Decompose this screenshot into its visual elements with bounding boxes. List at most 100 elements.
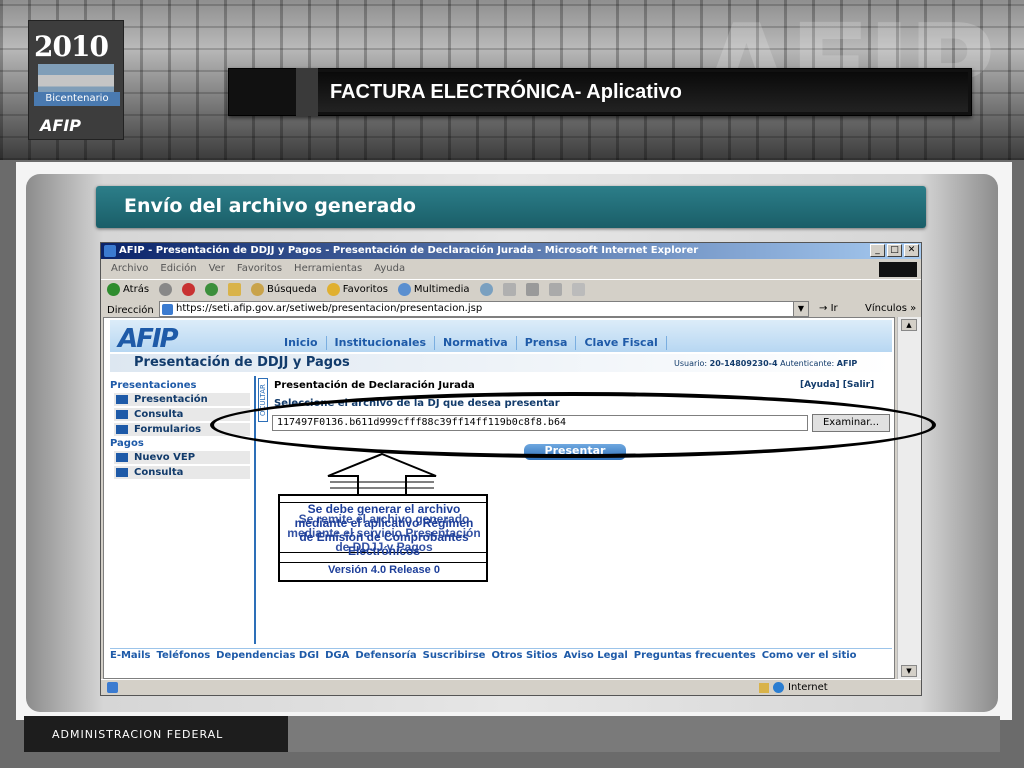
nav-normativa[interactable]: Normativa — [435, 336, 517, 350]
header-banner: AFIP 2010 Bicentenario AFIP FACTURA ELEC… — [0, 0, 1024, 160]
favorites-button[interactable]: Favoritos — [326, 283, 388, 296]
callout-line — [280, 562, 486, 563]
search-button[interactable]: Búsqueda — [251, 283, 317, 296]
title-separator — [296, 68, 318, 116]
nav-prensa[interactable]: Prensa — [517, 336, 577, 350]
menu-favoritos[interactable]: Favoritos — [237, 260, 282, 278]
footer-link[interactable]: DGA — [325, 650, 349, 662]
history-button[interactable] — [479, 283, 493, 296]
menu-edicion[interactable]: Edición — [160, 260, 196, 278]
mail-button[interactable] — [502, 283, 516, 296]
close-button[interactable]: ✕ — [904, 244, 919, 257]
print-button[interactable] — [525, 283, 539, 296]
menu-ver[interactable]: Ver — [209, 260, 225, 278]
footer-link[interactable]: Preguntas frecuentes — [634, 650, 756, 662]
security-zone: Internet — [759, 682, 828, 693]
afip-site-logo: AFIP — [118, 324, 179, 354]
sidebar-item-presentacion[interactable]: Presentación — [114, 393, 250, 406]
discuss-icon — [571, 283, 585, 296]
footer-link[interactable]: Aviso Legal — [564, 650, 628, 662]
lock-icon — [759, 682, 769, 693]
print-icon — [525, 283, 539, 296]
address-value: https://seti.afip.gov.ar/setiweb/present… — [176, 303, 483, 314]
home-button[interactable] — [228, 283, 242, 296]
menu-ayuda[interactable]: Ayuda — [374, 260, 405, 278]
footer-link[interactable]: Como ver el sitio — [762, 650, 857, 662]
footer-links: E-Mails Teléfonos Dependencias DGI DGA D… — [110, 648, 892, 662]
maximize-button[interactable]: □ — [887, 244, 902, 257]
auth-value: AFIP — [836, 359, 858, 368]
home-icon — [228, 283, 242, 296]
stop-icon — [182, 283, 196, 296]
user-info: Usuario: 20-14809230-4 Autenticante: AFI… — [674, 359, 858, 368]
footer-link[interactable]: Otros Sitios — [491, 650, 557, 662]
nav-institucionales[interactable]: Institucionales — [327, 336, 436, 350]
footer-link[interactable]: Defensoría — [355, 650, 416, 662]
nav-inicio[interactable]: Inicio — [276, 336, 327, 350]
logo-year: 2010 — [34, 30, 109, 63]
scroll-down-icon[interactable]: ▼ — [901, 665, 917, 677]
edit-icon — [548, 283, 562, 296]
back-arrow-icon — [107, 283, 120, 296]
links-button[interactable]: Vínculos » — [865, 303, 916, 314]
callout-version: Versión 4.0 Release 0 — [328, 564, 440, 576]
footer-link[interactable]: Teléfonos — [157, 650, 211, 662]
search-icon — [251, 283, 265, 296]
footer-link[interactable]: E-Mails — [110, 650, 151, 662]
section-header-title: Presentación de DDJJ y Pagos — [134, 355, 350, 370]
ie-icon — [104, 245, 116, 257]
highlight-oval — [210, 392, 936, 458]
site-nav: AFIP Inicio Institucionales Normativa Pr… — [110, 320, 892, 354]
sidebar-item-nuevo-vep[interactable]: Nuevo VEP — [114, 451, 250, 464]
afip-logo: AFIP — [40, 116, 81, 135]
star-icon — [326, 283, 340, 296]
windows-logo-icon — [879, 262, 917, 277]
logo-label: Bicentenario — [34, 92, 120, 106]
mail-icon — [502, 283, 516, 296]
page-title: FACTURA ELECTRÓNICA- Aplicativo — [330, 81, 682, 103]
menu-bar: Archivo Edición Ver Favoritos Herramient… — [101, 260, 921, 278]
address-label: Dirección — [107, 304, 154, 316]
help-links[interactable]: [Ayuda] [Salir] — [800, 380, 874, 390]
minimize-button[interactable]: _ — [870, 244, 885, 257]
forward-button[interactable] — [159, 283, 173, 296]
back-button[interactable]: Atrás — [107, 283, 149, 296]
vertical-scrollbar[interactable]: ▲ ▼ — [897, 317, 921, 679]
web-page: AFIP Inicio Institucionales Normativa Pr… — [103, 317, 895, 679]
footer-link[interactable]: Dependencias DGI — [216, 650, 319, 662]
sidebar-item-consulta-pagos[interactable]: Consulta — [114, 466, 250, 479]
menu-archivo[interactable]: Archivo — [111, 260, 148, 278]
slide-root: AFIP 2010 Bicentenario AFIP FACTURA ELEC… — [0, 0, 1024, 768]
window-controls: _ □ ✕ — [870, 244, 919, 257]
globe-icon — [773, 682, 784, 693]
section-title: Envío del archivo generado — [124, 195, 416, 217]
footer-label: ADMINISTRACION FEDERAL — [52, 728, 224, 741]
toolbar: Atrás Búsqueda Favoritos Multimedia — [101, 279, 921, 299]
forward-arrow-icon — [159, 283, 173, 296]
page-icon — [162, 304, 173, 315]
discuss-button[interactable] — [571, 283, 585, 296]
zone-label: Internet — [788, 682, 828, 693]
sidebar-heading-presentaciones: Presentaciones — [110, 380, 197, 391]
up-arrow-icon — [327, 452, 437, 499]
menu-herramientas[interactable]: Herramientas — [294, 260, 362, 278]
media-icon — [397, 283, 411, 296]
nav-clave-fiscal[interactable]: Clave Fiscal — [576, 336, 667, 350]
page-status-icon — [107, 682, 118, 693]
refresh-button[interactable] — [205, 283, 219, 296]
multimedia-button[interactable]: Multimedia — [397, 283, 470, 296]
nav-links: Inicio Institucionales Normativa Prensa … — [276, 336, 667, 350]
refresh-icon — [205, 283, 219, 296]
scroll-up-icon[interactable]: ▲ — [901, 319, 917, 331]
stop-button[interactable] — [182, 283, 196, 296]
edit-button[interactable] — [548, 283, 562, 296]
address-input[interactable]: https://seti.afip.gov.ar/setiweb/present… — [159, 301, 809, 317]
browser-title: AFIP - Presentación de DDJJ y Pagos - Pr… — [101, 243, 921, 259]
callout-text-send: Se remite el archivo generado mediante e… — [287, 512, 481, 554]
status-bar: Internet — [101, 679, 921, 695]
go-button[interactable]: → Ir — [819, 303, 838, 314]
browser-window: AFIP - Presentación de DDJJ y Pagos - Pr… — [100, 242, 922, 696]
address-dropdown-button[interactable]: ▼ — [793, 301, 809, 317]
history-icon — [479, 283, 493, 296]
footer-link[interactable]: Suscribirse — [423, 650, 486, 662]
